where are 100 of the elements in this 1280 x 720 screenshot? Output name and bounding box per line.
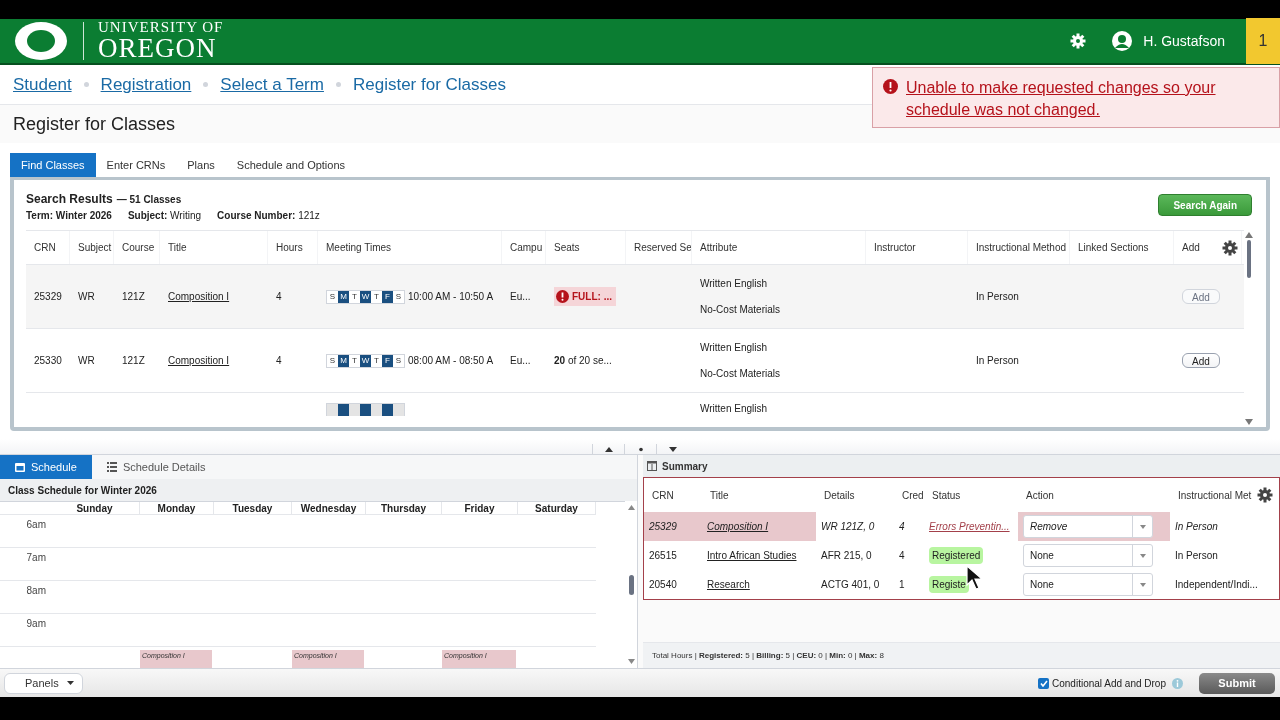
- attribute-text: Written English: [700, 277, 769, 291]
- caret-up-icon: [604, 446, 613, 452]
- table-cell: In Person: [976, 291, 1019, 302]
- column-header[interactable]: CRN: [644, 487, 702, 503]
- add-button[interactable]: Add: [1182, 352, 1220, 368]
- caret-down-icon: [1139, 524, 1146, 529]
- results-title: Search Results: [26, 191, 113, 208]
- column-header[interactable]: Status: [924, 487, 1018, 503]
- hour-label: 8am: [26, 584, 46, 595]
- checkbox-label: Conditional Add and Drop: [1052, 676, 1166, 691]
- seats-text: 20 of 20 se...: [554, 355, 612, 366]
- day-indicator: M: [338, 290, 349, 303]
- table-cell: 121Z: [122, 291, 145, 302]
- table-cell: 121Z: [122, 355, 145, 366]
- scroll-up-icon: [627, 505, 635, 510]
- course-link[interactable]: Intro African Studies: [707, 548, 797, 563]
- tab[interactable]: Schedule and Options: [225, 153, 357, 177]
- table-cell: 4: [276, 355, 282, 366]
- column-header[interactable]: Action: [1018, 487, 1170, 503]
- tab[interactable]: Schedule Details: [91, 455, 221, 479]
- scroll-up-icon: [1245, 232, 1253, 238]
- table-cell-text: 25329: [649, 520, 677, 534]
- breadcrumb-link[interactable]: Select a Term: [220, 71, 324, 98]
- meeting-time: 08:00 AM - 08:50 A: [408, 354, 494, 368]
- caret-down-icon: [668, 446, 677, 452]
- day-indicator: S: [393, 290, 404, 303]
- search-filter: Term: Winter 2026: [26, 209, 112, 223]
- table-cell-text: 4: [899, 520, 905, 534]
- notification-badge[interactable]: 1: [1246, 18, 1280, 64]
- user-name[interactable]: H. Gustafson: [1143, 30, 1225, 52]
- panels-button[interactable]: Panels: [4, 672, 83, 694]
- day-indicator: F: [382, 354, 393, 367]
- settings-icon: [1257, 487, 1273, 503]
- scroll-thumb[interactable]: [1247, 240, 1251, 278]
- tab[interactable]: Plans: [176, 153, 226, 177]
- tab[interactable]: Enter CRNs: [95, 153, 177, 177]
- table-cell-text: 20540: [649, 578, 677, 592]
- table-cell: In Person: [976, 355, 1019, 366]
- scroll-down-icon: [627, 659, 635, 664]
- table-cell-text: 4: [899, 549, 905, 563]
- meeting-time: 10:00 AM - 10:50 A: [408, 290, 494, 304]
- day-indicator: M: [338, 354, 349, 367]
- breadcrumb-separator-icon: [83, 82, 89, 87]
- table-cell-text: AFR 215, 0: [821, 549, 872, 563]
- checkbox[interactable]: [1038, 677, 1049, 689]
- day-header: Tuesday: [214, 502, 292, 515]
- status-badge: Registered: [929, 547, 984, 564]
- breadcrumb-separator-icon: [203, 82, 209, 87]
- action-dropdown[interactable]: Remove: [1023, 515, 1153, 538]
- action-dropdown[interactable]: None: [1023, 573, 1153, 596]
- scrollbar[interactable]: [1244, 230, 1254, 427]
- day-indicator: T: [349, 290, 360, 303]
- breadcrumb-link[interactable]: Registration: [100, 71, 192, 98]
- course-link[interactable]: Research: [707, 577, 750, 592]
- settings-icon: [1222, 240, 1238, 256]
- course-link[interactable]: Composition I: [168, 291, 230, 302]
- breadcrumb-link[interactable]: Student: [13, 71, 72, 98]
- table-cell-text: 26515: [649, 549, 677, 563]
- table-cell: 4: [276, 291, 282, 302]
- attribute-text: Written English: [700, 402, 769, 416]
- hour-label: 7am: [26, 551, 46, 562]
- column-header[interactable]: Cred: [894, 487, 924, 503]
- table-cell-text: Independent/Indi...: [1175, 578, 1258, 592]
- status-link[interactable]: Errors Preventin...: [929, 519, 1010, 534]
- alert-icon: [556, 289, 569, 303]
- action-dropdown[interactable]: None: [1023, 544, 1153, 567]
- hour-label: 6am: [26, 518, 46, 529]
- column-header[interactable]: Details: [816, 487, 894, 503]
- table-cell-text: 1: [899, 578, 905, 592]
- breadcrumb-current: Register for Classes: [352, 73, 506, 96]
- attribute-text: Written English: [700, 341, 769, 355]
- day-indicator: S: [327, 290, 338, 303]
- tab[interactable]: Schedule: [0, 455, 92, 479]
- course-link[interactable]: Composition I: [168, 355, 230, 366]
- table-cell: WR: [78, 291, 95, 302]
- table-cell-text: In Person: [1175, 520, 1218, 534]
- search-filter: Course Number: 121z: [217, 209, 320, 223]
- day-indicator: F: [382, 290, 393, 303]
- logo-title: OREGON: [98, 35, 218, 62]
- column-header[interactable]: Title: [702, 487, 816, 503]
- calendar-title: Class Schedule for Winter 2026: [0, 479, 637, 501]
- day-header: Thursday: [366, 502, 442, 515]
- table-cell-text: ACTG 401, 0: [821, 578, 880, 592]
- user-icon: [1111, 30, 1134, 52]
- tab[interactable]: Find Classes: [10, 153, 96, 177]
- search-filter: Subject: Writing: [127, 209, 202, 223]
- table-cell: 25329: [34, 291, 62, 302]
- submit-button[interactable]: Submit: [1199, 672, 1275, 694]
- summary-title: Summary: [662, 459, 708, 474]
- table-cell: Eu...: [510, 355, 531, 366]
- caret-down-icon: [66, 681, 74, 685]
- list-icon: [106, 462, 117, 472]
- table-icon: [647, 461, 657, 471]
- column-header[interactable]: Instructional Met: [1170, 487, 1279, 503]
- table-cell: 25330: [34, 355, 62, 366]
- scroll-thumb[interactable]: [628, 574, 634, 595]
- check-icon: [1039, 679, 1048, 687]
- info-icon: [1172, 677, 1183, 689]
- hour-label: 9am: [26, 617, 46, 628]
- full-badge: FULL: ...: [554, 286, 616, 306]
